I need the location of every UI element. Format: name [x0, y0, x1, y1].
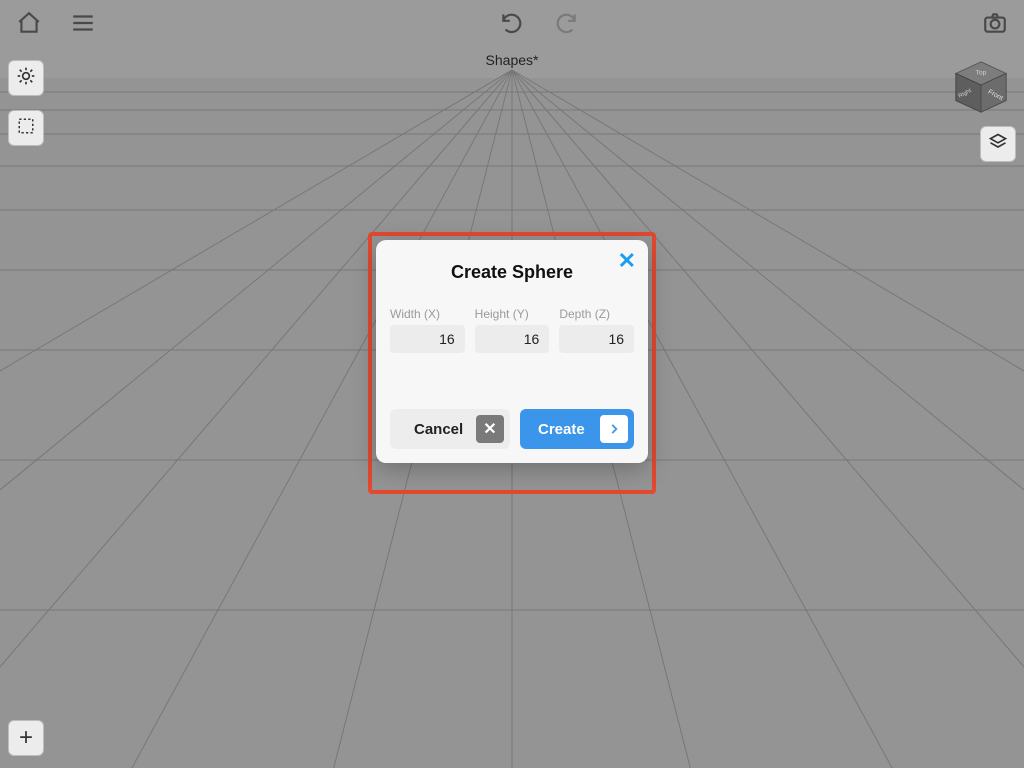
close-icon: ✕	[618, 248, 636, 273]
dialog-title: Create Sphere	[390, 262, 634, 283]
view-cube[interactable]: Top Right Front	[952, 58, 1010, 116]
left-tool-column	[8, 60, 44, 146]
create-sphere-dialog: ✕ Create Sphere Width (X) 16 Height (Y) …	[376, 240, 648, 463]
cancel-button-label: Cancel	[414, 421, 463, 438]
camera-icon[interactable]	[982, 10, 1008, 36]
layers-button[interactable]	[980, 126, 1016, 162]
selection-box-icon	[17, 117, 35, 140]
depth-label: Depth (Z)	[559, 307, 634, 321]
cancel-button[interactable]: Cancel ✕	[390, 409, 510, 449]
home-icon[interactable]	[16, 10, 42, 36]
svg-text:Top: Top	[976, 69, 987, 76]
sun-icon	[16, 66, 36, 91]
selection-button[interactable]	[8, 110, 44, 146]
plus-icon: +	[19, 726, 33, 750]
x-icon: ✕	[476, 415, 504, 443]
create-button-label: Create	[538, 421, 585, 438]
chevron-right-icon	[600, 415, 628, 443]
height-label: Height (Y)	[475, 307, 550, 321]
dimension-fields: Width (X) 16 Height (Y) 16 Depth (Z) 16	[390, 307, 634, 353]
document-title: Shapes*	[0, 52, 1024, 68]
width-label: Width (X)	[390, 307, 465, 321]
top-toolbar	[0, 0, 1024, 46]
undo-icon[interactable]	[499, 10, 525, 36]
width-input[interactable]: 16	[390, 325, 465, 353]
create-button[interactable]: Create	[520, 409, 634, 449]
layers-icon	[988, 132, 1008, 157]
redo-icon[interactable]	[553, 10, 579, 36]
dialog-close-button[interactable]: ✕	[618, 250, 636, 272]
height-input[interactable]: 16	[475, 325, 550, 353]
add-object-button[interactable]: +	[8, 720, 44, 756]
depth-input[interactable]: 16	[559, 325, 634, 353]
lighting-button[interactable]	[8, 60, 44, 96]
app-root: Shapes* + Top Right	[0, 0, 1024, 768]
menu-icon[interactable]	[70, 10, 96, 36]
dialog-actions: Cancel ✕ Create	[390, 409, 634, 449]
